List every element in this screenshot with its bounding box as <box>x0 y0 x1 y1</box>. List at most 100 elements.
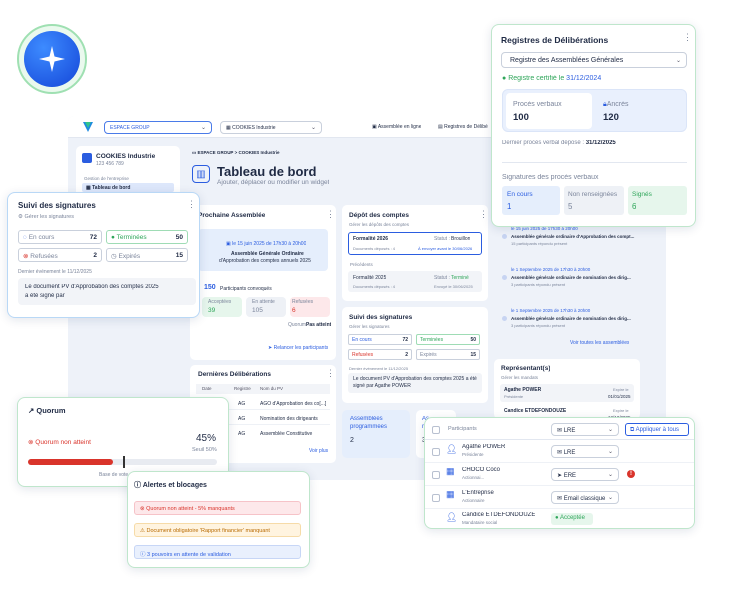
timeline-title: Assemblée générale ordinaire de nominati… <box>511 275 631 280</box>
suivi-expires[interactable]: ◷ Expirés 15 <box>106 248 188 262</box>
nav-registres[interactable]: ▤ Registres de Délibé <box>438 124 488 130</box>
check-circle-icon: ● <box>502 75 507 82</box>
dernieres-header: Date Registre Nom du PV <box>196 384 330 394</box>
alert-pouvoirs[interactable]: ⓘ 3 pouvoirs en attente de validation <box>134 545 301 559</box>
relancer-link[interactable]: ➤ Relancer les participants <box>268 345 328 351</box>
apply-all-button[interactable]: ⧉ Appliquer à tous <box>625 423 689 436</box>
brand-icon <box>83 122 93 132</box>
dashboard-title-icon: ▥ <box>192 165 210 183</box>
timeline-date: le 1 Septembre 2025 de 17h30 à 20h00 <box>511 267 591 272</box>
timeline-sub: 15 participants répondu présent <box>511 241 568 246</box>
registres-title: Registres de Délibérations <box>501 35 609 45</box>
timeline-item[interactable]: le 15 juin 2025 de 17h30 à 20h00 Assembl… <box>494 226 639 256</box>
suivi-doc-line1: Le document PV d'Approbation des comptes… <box>25 284 159 290</box>
refused-value: 6 <box>292 307 296 314</box>
select-all-checkbox[interactable] <box>432 426 440 434</box>
participant-name: L'Entreprise <box>462 490 494 496</box>
last-pv-label: Dernier procès verbal déposé : <box>502 140 585 146</box>
sig-encours-label: En cours <box>507 191 533 198</box>
voir-plus-link[interactable]: Voir plus <box>309 448 328 454</box>
suivi-refusees-val: 2 <box>93 252 97 259</box>
event-line2: d'Approbation des comptes annuels 2025 <box>219 258 311 264</box>
company-icon: ▦ <box>446 489 455 499</box>
event-box <box>198 229 328 271</box>
participant-mode-select[interactable]: ➤ ERE ⌄ <box>551 468 619 481</box>
f2-status: Terminé <box>451 275 469 281</box>
alert-document[interactable]: ⚠ Document obligatoire 'Rapport financie… <box>134 523 301 537</box>
quorum-threshold-marker <box>122 456 125 468</box>
timeline-title: Assemblée générale ordinaire d'Approbati… <box>511 234 635 239</box>
f2-status-label: Statut : <box>434 275 450 281</box>
spinner-icon: ◌ <box>23 234 27 241</box>
suivi-encours-label: En cours <box>28 234 55 241</box>
company-select[interactable]: ▦ COOKIES Industrie ⌄ <box>220 121 322 134</box>
chevron-down-icon: ⌄ <box>607 449 613 455</box>
registre-select[interactable]: Registre des Assemblées Générales ⌄ <box>501 52 687 68</box>
pending-value: 105 <box>252 307 263 314</box>
sigmid-refusees: Refusées 2 <box>348 349 412 360</box>
sigmid-refusees-label: Refusées <box>352 352 374 358</box>
more-icon[interactable]: ⋮ <box>683 32 692 43</box>
person-icon: 👤︎ <box>446 444 458 454</box>
row-registre: AG <box>238 401 246 407</box>
chevron-down-icon: ⌄ <box>675 58 681 64</box>
sigmid-encours: En cours 72 <box>348 334 412 345</box>
sigmid-doc: Le document PV d'Approbation des comptes… <box>348 373 482 393</box>
participant-mode-select[interactable]: ✉ Email classique ⌄ <box>551 491 619 504</box>
header-mode-select[interactable]: ✉ LRE ⌄ <box>551 423 619 436</box>
chevron-down-icon: ⌄ <box>200 125 206 131</box>
more-icon[interactable]: ⋮ <box>479 209 488 220</box>
pending-label: En attente <box>252 299 275 305</box>
divider <box>502 162 687 163</box>
sigmid-terminees-label: Terminées <box>420 337 444 343</box>
mail-icon: ✉ <box>557 496 564 502</box>
nav-assemblee-label: Assemblée en ligne <box>377 124 422 130</box>
suivi-refusees[interactable]: ⊗ Refusées 2 <box>18 248 102 262</box>
info-icon: ⓘ <box>140 552 148 558</box>
space-select[interactable]: ESPACE GROUP ⌄ <box>104 121 212 134</box>
timeline-sub: 3 participants répondu présent <box>511 323 566 328</box>
row-checkbox[interactable] <box>432 448 440 456</box>
last-pv-date: 31/12/2025 <box>585 140 616 146</box>
accepted-value: 39 <box>208 307 216 314</box>
person-icon: 👤︎ <box>446 512 458 522</box>
participants-label: Participants convoqués <box>220 286 272 292</box>
suivi-terminees[interactable]: ● Terminées 50 <box>106 230 188 244</box>
pv-label: Procès verbaux <box>513 101 562 108</box>
x-circle-icon: ⊗ <box>23 253 29 260</box>
row-checkbox[interactable] <box>432 494 440 502</box>
sig-signes-label: Signés <box>632 191 652 198</box>
accepted-badge: ● Acceptée <box>551 513 593 525</box>
suivi-encours[interactable]: ◌ En cours 72 <box>18 230 102 244</box>
suivi-last: Dernier événement le 11/12/2025 <box>18 269 92 275</box>
event-line1: Assemblée Générale Ordinaire <box>231 251 304 257</box>
sig-encours-val: 1 <box>507 202 512 211</box>
f1-due: À envoyer avant le 30/06/2026 <box>418 246 473 251</box>
chevron-down-icon: ⌄ <box>607 427 613 433</box>
registre-select-label: Registre des Assemblées Générales <box>510 57 624 64</box>
timeline-item[interactable]: le 1 Septembre 2025 de 17h30 à 20h00 Ass… <box>494 267 639 297</box>
event-date-text: le 15 juin 2025 de 17h30 à 20h00 <box>232 241 307 247</box>
voir-assemblees-link[interactable]: Voir toutes les assemblées <box>570 340 629 346</box>
sidebar-section: Gestion de l'entreprise <box>84 176 129 181</box>
participant-name: Agathe POWER <box>462 444 506 450</box>
r2-name: Candice ETDEFONDOUZE <box>504 408 567 414</box>
sidebar-company-name: COOKIES Industrie <box>96 153 156 160</box>
depot-title: Dépôt des comptes <box>349 212 409 219</box>
participant-mode-select[interactable]: ✉ LRE ⌄ <box>551 445 619 458</box>
timeline-item[interactable]: le 1 Septembre 2025 de 17h30 à 20h00 Ass… <box>494 308 639 338</box>
r2-expire: Expire le <box>613 408 629 413</box>
certified-line: ● Registre certifié le 31/12/2024 <box>502 75 601 82</box>
more-icon[interactable]: ⋮ <box>187 199 196 210</box>
sidebar-item-dashboard[interactable]: ▦ Tableau de bord <box>82 183 174 192</box>
nav-assemblee[interactable]: ▣ Assemblée en ligne <box>372 124 421 130</box>
more-icon[interactable]: ⋮ <box>326 368 335 379</box>
alert-document-text: Document obligatoire 'Rapport financier'… <box>146 528 270 534</box>
alert-quorum[interactable]: ⊗ Quorum non atteint - 5% manquants <box>134 501 301 515</box>
row-registre: AG <box>238 416 246 422</box>
certified-label: Registre certifié le <box>508 75 565 82</box>
sigmid-title: Suivi des signatures <box>349 314 413 321</box>
row-checkbox[interactable] <box>432 471 440 479</box>
ancres-value: 120 <box>603 112 619 123</box>
more-icon[interactable]: ⋮ <box>326 209 335 220</box>
